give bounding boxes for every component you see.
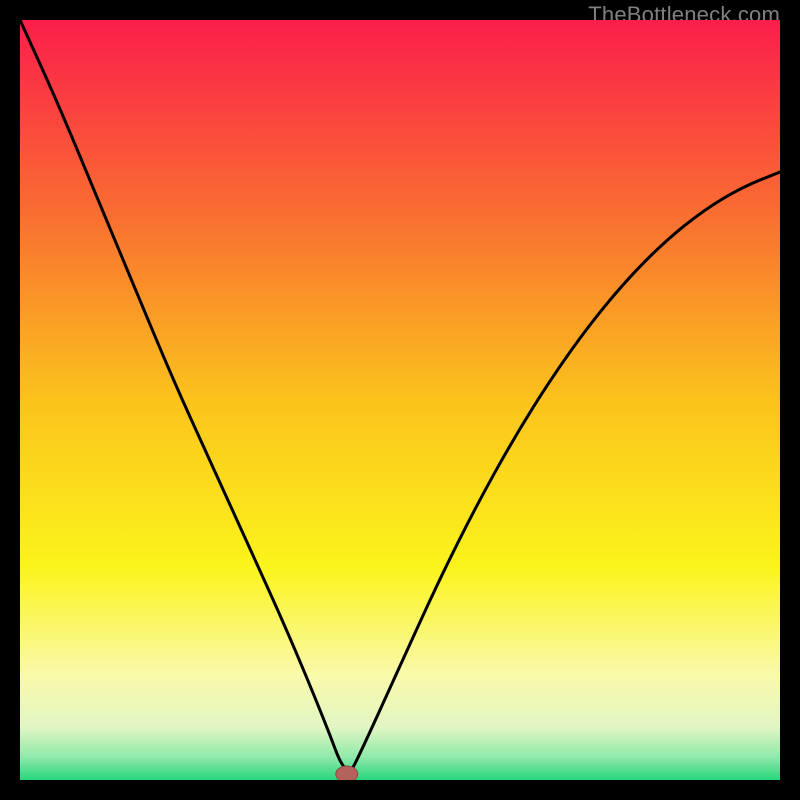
optimal-point-marker: [336, 766, 358, 780]
bottleneck-plot: [20, 20, 780, 780]
chart-frame: TheBottleneck.com: [0, 0, 800, 800]
